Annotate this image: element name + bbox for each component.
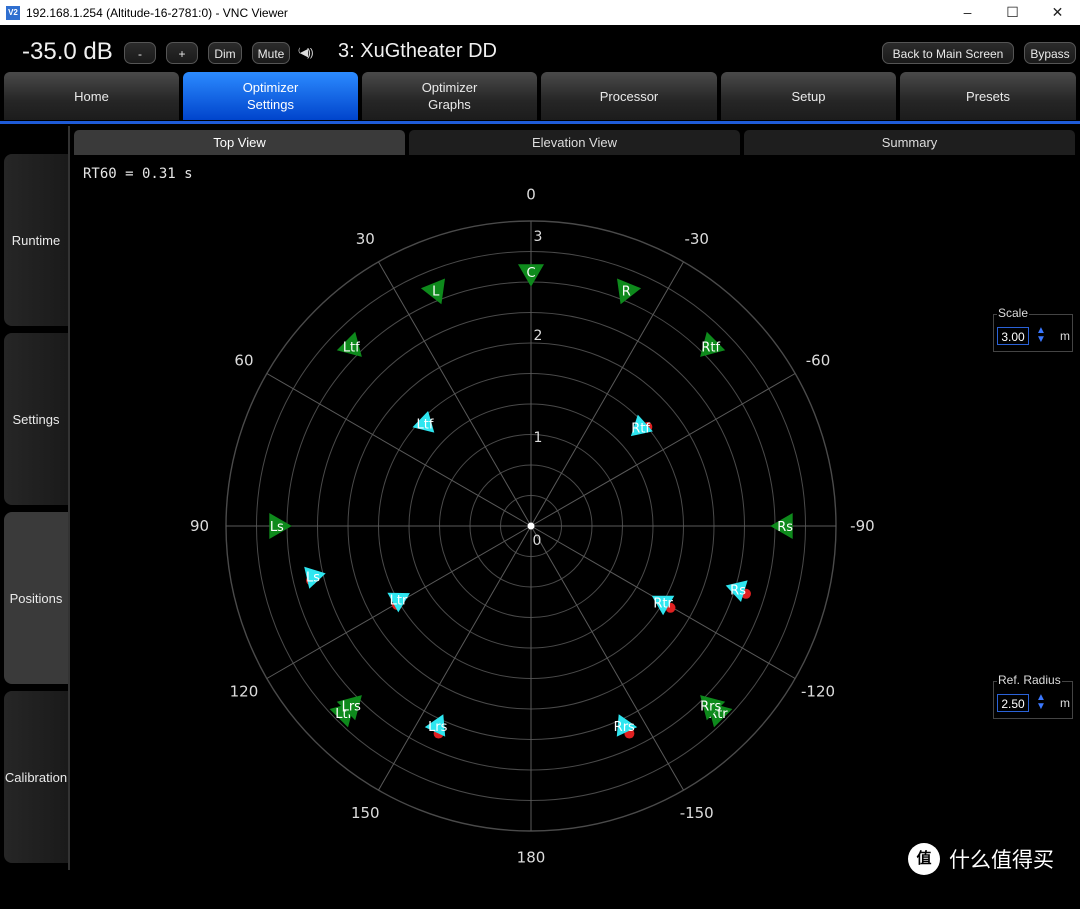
- radial-tick-label: 0: [533, 533, 542, 549]
- measured-speaker-label: Rrs: [614, 720, 635, 735]
- radial-tick-label: 3: [534, 229, 543, 245]
- ref-radius-label: Ref. Radius: [997, 673, 1062, 687]
- speaker-polar-plot: 3 2 1 0 0 30 60 90 120 150 180 -30 -60 -90 -120 -150 C L R…: [190, 186, 875, 867]
- ref-radius-unit: m: [1060, 696, 1070, 710]
- angle-tick-label: -120: [801, 683, 835, 701]
- scale-label: Scale: [997, 306, 1030, 320]
- grid-spoke: [378, 261, 532, 527]
- nominal-speaker-label: Ltf: [343, 340, 360, 355]
- measured-speaker-label: Rtr: [653, 596, 673, 611]
- angle-tick-label: 90: [190, 517, 209, 535]
- measured-speaker-label: Rs: [730, 583, 746, 598]
- nominal-speaker-label: R: [622, 284, 631, 299]
- angle-tick-label: -90: [850, 517, 875, 535]
- watermark: 值 什么值得买: [908, 843, 1054, 875]
- nominal-speaker-label: Rrs: [700, 700, 721, 715]
- nominal-speaker-label: Lrs: [342, 700, 362, 715]
- ref-radius-spinner-icon[interactable]: ▲ ▼: [1036, 693, 1046, 712]
- measured-speaker-label: Ltf: [416, 418, 433, 433]
- ref-radius-control: Ref. Radius 2.50 ▲ ▼ m: [993, 673, 1073, 719]
- scale-unit: m: [1060, 329, 1070, 343]
- scale-control: Scale 3.00 ▲ ▼ m: [993, 306, 1073, 352]
- nominal-speaker-label: L: [432, 284, 440, 299]
- measured-speaker-label: Ltr: [390, 593, 408, 608]
- grid-spoke: [266, 373, 532, 527]
- grid-spoke: [530, 261, 684, 527]
- nominal-speaker-label: C: [526, 266, 535, 281]
- radial-tick-label: 2: [534, 328, 543, 344]
- nominal-speaker-label: Ls: [270, 520, 284, 535]
- grid-spoke: [530, 373, 796, 527]
- angle-tick-label: 120: [230, 683, 259, 701]
- measured-speaker-label: Ls: [306, 570, 320, 585]
- angle-tick-label: 0: [526, 186, 536, 204]
- measured-speaker-label: Lrs: [428, 720, 448, 735]
- nominal-speaker-label: Rtf: [701, 340, 720, 355]
- watermark-text: 什么值得买: [949, 849, 1054, 872]
- angle-tick-label: -60: [806, 351, 831, 369]
- angle-tick-label: 180: [517, 848, 546, 866]
- grid-spoke: [530, 525, 684, 791]
- angle-tick-label: 30: [356, 230, 375, 248]
- watermark-logo-icon: 值: [908, 843, 940, 875]
- angle-tick-label: 150: [351, 804, 380, 822]
- ref-radius-input[interactable]: 2.50: [997, 694, 1029, 712]
- angle-tick-label: -150: [680, 804, 714, 822]
- measured-speaker-label: Rtf: [631, 421, 650, 436]
- nominal-speaker-label: Rs: [777, 520, 793, 535]
- scale-input[interactable]: 3.00: [997, 327, 1029, 345]
- angle-tick-label: 60: [234, 351, 253, 369]
- grid-spoke: [378, 525, 532, 791]
- listener-position-marker: [527, 522, 535, 530]
- radial-tick-label: 1: [534, 430, 543, 446]
- scale-spinner-icon[interactable]: ▲ ▼: [1036, 326, 1046, 345]
- angle-tick-label: -30: [684, 230, 709, 248]
